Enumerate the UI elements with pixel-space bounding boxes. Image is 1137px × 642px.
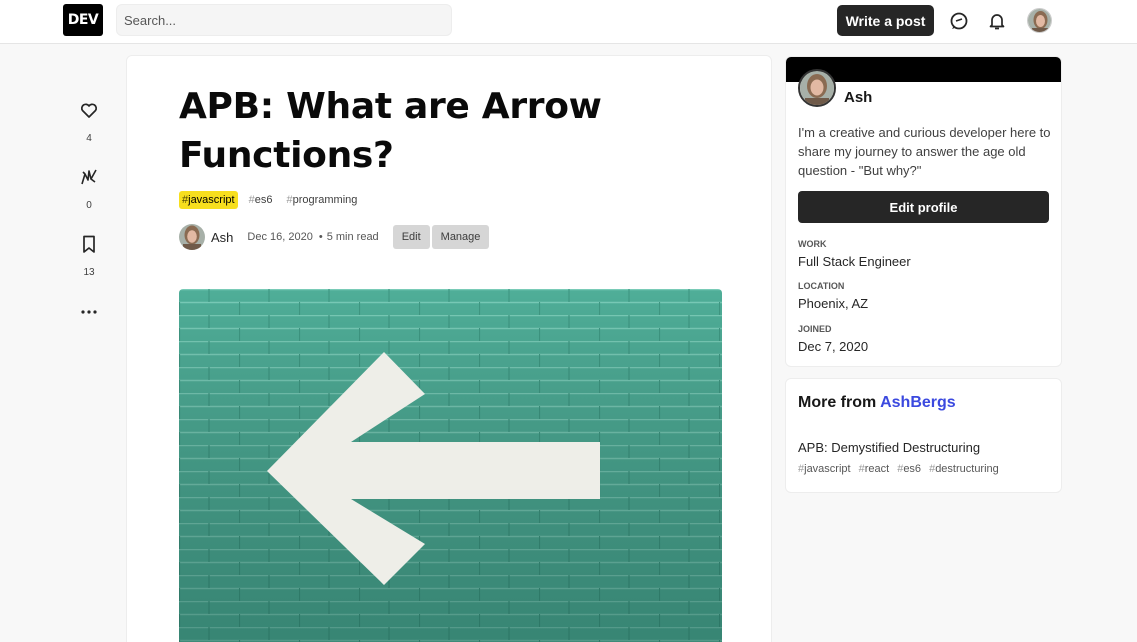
profile-avatar[interactable] [798, 69, 836, 107]
joined-label: Joined [798, 324, 832, 334]
publish-date: Dec 16, 2020 [247, 231, 313, 243]
profile-bio: I'm a creative and curious developer her… [798, 125, 1051, 178]
org-link[interactable]: AshBergs [880, 394, 956, 411]
heart-icon[interactable] [79, 103, 99, 124]
article-title: APB: What are Arrow Functions? [179, 86, 602, 176]
related-post-title[interactable]: APB: Demystified Destructuring [798, 440, 980, 455]
search-input[interactable] [116, 4, 452, 36]
work-value: Full Stack Engineer [798, 254, 911, 269]
location-label: Location [798, 281, 845, 291]
reaction-unicorn[interactable]: 0 [74, 167, 104, 211]
tag-es6[interactable]: #es6 [246, 191, 276, 209]
bookmark-count: 13 [83, 267, 95, 278]
article-card: APB: What are Arrow Functions? #javascri… [126, 55, 772, 642]
unicorn-icon[interactable] [79, 169, 99, 191]
meta-separator: • [318, 231, 323, 243]
like-count: 4 [86, 133, 92, 144]
profile-name[interactable]: Ash [844, 89, 872, 106]
author-row: Ash Dec 16, 2020 • 5 min read Edit Manag… [179, 224, 490, 250]
tag-react[interactable]: #react [859, 463, 890, 475]
cover-image [179, 289, 722, 642]
write-post-button[interactable]: Write a post [837, 5, 934, 36]
more-from-heading: More from AshBergs [798, 394, 956, 411]
user-avatar-menu[interactable] [1027, 8, 1052, 33]
work-label: Work [798, 239, 827, 249]
edit-profile-button[interactable]: Edit profile [798, 191, 1049, 223]
unicorn-count: 0 [86, 200, 92, 211]
dev-logo[interactable]: DEV [63, 4, 103, 36]
author-avatar[interactable] [179, 224, 205, 250]
author-profile-card: Ash I'm a creative and curious developer… [785, 56, 1062, 367]
tag-javascript[interactable]: #javascript [798, 463, 851, 475]
more-from-card: More from AshBergs APB: Demystified Dest… [785, 378, 1062, 493]
tag-es6[interactable]: #es6 [897, 463, 921, 475]
tag-programming[interactable]: #programming [283, 191, 360, 209]
bell-icon[interactable] [985, 9, 1009, 33]
reaction-like[interactable]: 4 [74, 100, 104, 144]
author-name[interactable]: Ash [211, 230, 233, 245]
edit-button[interactable]: Edit [392, 225, 430, 249]
manage-button[interactable]: Manage [431, 225, 490, 249]
bookmark-icon[interactable] [79, 235, 99, 258]
tag-javascript[interactable]: #javascript [179, 191, 238, 209]
article-tags: #javascript #es6 #programming [179, 191, 360, 209]
chat-icon[interactable] [947, 9, 971, 33]
read-time: 5 min read [326, 231, 379, 243]
related-post-tags: #javascript #react #es6 #destructuring [798, 463, 999, 475]
more-options-icon[interactable] [74, 302, 104, 327]
tag-destructuring[interactable]: #destructuring [929, 463, 999, 475]
reaction-bookmark[interactable]: 13 [74, 234, 104, 278]
joined-value: Dec 7, 2020 [798, 339, 869, 354]
location-value: Phoenix, AZ [798, 296, 869, 311]
top-header: DEV Write a post [0, 0, 1137, 44]
